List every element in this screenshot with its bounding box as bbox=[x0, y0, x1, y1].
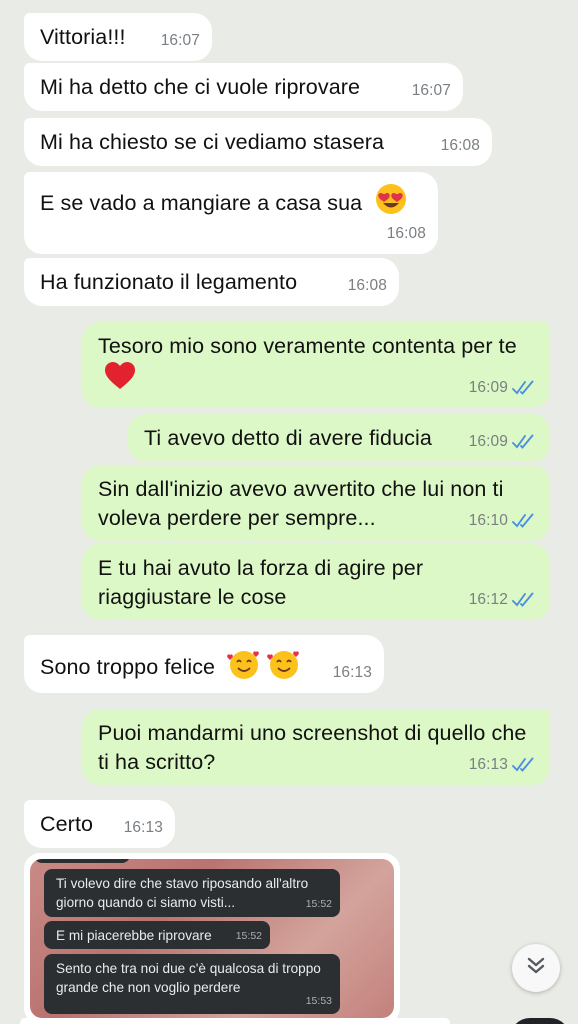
message-text: Sin dall'inizio avevo avvertito che lui … bbox=[98, 477, 504, 530]
screenshot-bubble-time: 15:52 bbox=[235, 930, 262, 942]
message-text: Ha funzionato il legamento bbox=[40, 270, 298, 294]
message-time: 16:13 bbox=[123, 819, 163, 836]
screenshot-bubble: E mi piacerebbe riprovare 15:52 bbox=[44, 921, 270, 949]
partial-dark-element bbox=[510, 1018, 570, 1024]
message-time: 16:08 bbox=[386, 225, 426, 242]
message-time: 16:09 bbox=[468, 379, 508, 396]
message-text: Mi ha detto che ci vuole riprovare bbox=[40, 75, 361, 99]
message-time: 16:13 bbox=[468, 756, 508, 773]
screenshot-bubble: Sento che tra noi due c'è qualcosa di tr… bbox=[44, 954, 340, 1014]
message-time: 16:07 bbox=[411, 82, 451, 99]
smiling-face-with-hearts-emoji bbox=[267, 648, 301, 688]
message-time: 16:08 bbox=[347, 277, 387, 294]
red-heart-emoji bbox=[104, 361, 136, 399]
message-time: 16:10 bbox=[468, 512, 508, 529]
message-incoming[interactable]: Sono troppo felice 16:13 bbox=[24, 635, 384, 693]
message-incoming[interactable]: E se vado a mangiare a casa sua 16:08 bbox=[24, 172, 438, 254]
message-text: Sono troppo felice bbox=[40, 655, 216, 679]
message-time: 16:07 bbox=[160, 32, 200, 49]
message-outgoing[interactable]: Tesoro mio sono veramente contenta per t… bbox=[82, 322, 550, 408]
next-message-partial bbox=[20, 1018, 450, 1024]
message-text: Vittoria!!! bbox=[40, 25, 126, 49]
message-outgoing[interactable]: Sin dall'inizio avevo avvertito che lui … bbox=[82, 465, 550, 541]
message-text: Mi ha chiesto se ci vediamo stasera bbox=[40, 130, 385, 154]
screenshot-bubble-time: 15:53 bbox=[305, 995, 332, 1007]
message-incoming[interactable]: Mi ha detto che ci vuole riprovare 16:07 bbox=[24, 63, 463, 111]
message-text: E tu hai avuto la forza di agire per ria… bbox=[98, 556, 424, 609]
double-check-icon bbox=[512, 513, 538, 529]
message-outgoing[interactable]: E tu hai avuto la forza di agire per ria… bbox=[82, 544, 550, 620]
double-check-icon bbox=[512, 380, 538, 396]
smiling-face-with-hearts-emoji bbox=[227, 648, 261, 688]
message-incoming[interactable]: Certo 16:13 bbox=[24, 800, 175, 848]
message-incoming[interactable]: Vittoria!!! 16:07 bbox=[24, 13, 212, 61]
message-text: Ti avevo detto di avere fiducia bbox=[144, 426, 432, 450]
double-check-icon bbox=[512, 757, 538, 773]
screenshot-bubble-text: E mi piacerebbe riprovare bbox=[56, 928, 212, 943]
double-check-icon bbox=[512, 592, 538, 608]
scroll-to-bottom-button[interactable] bbox=[512, 944, 560, 992]
message-text: E se vado a mangiare a casa sua bbox=[40, 191, 363, 215]
chevron-double-down-icon bbox=[525, 955, 547, 982]
message-time: 16:08 bbox=[440, 137, 480, 154]
double-check-icon bbox=[512, 434, 538, 450]
screenshot-bubble: Ti volevo dire che stavo riposando all'a… bbox=[44, 869, 340, 917]
message-text: Tesoro mio sono veramente contenta per t… bbox=[98, 334, 517, 358]
message-outgoing[interactable]: Puoi mandarmi uno screenshot di quello c… bbox=[82, 709, 550, 785]
message-time: 16:09 bbox=[468, 433, 508, 450]
message-incoming[interactable]: Ha funzionato il legamento 16:08 bbox=[24, 258, 399, 306]
message-time: 16:12 bbox=[468, 591, 508, 608]
message-incoming[interactable]: Mi ha chiesto se ci vediamo stasera 16:0… bbox=[24, 118, 492, 166]
screenshot-bubble-time: 15:52 bbox=[305, 898, 332, 910]
message-text: Certo bbox=[40, 812, 94, 836]
chat-thread: Vittoria!!! 16:07 Mi ha detto che ci vuo… bbox=[0, 0, 578, 1024]
message-time: 16:13 bbox=[332, 664, 372, 681]
screenshot-image[interactable]: Ti volevo dire che stavo riposando all'a… bbox=[30, 859, 394, 1018]
screenshot-bubble-text: Ti volevo dire che stavo riposando all'a… bbox=[56, 876, 309, 910]
screenshot-bubble-partial bbox=[34, 859, 130, 863]
message-text: Puoi mandarmi uno screenshot di quello c… bbox=[98, 721, 527, 774]
heart-eyes-emoji bbox=[374, 182, 408, 224]
screenshot-bubble-text: Sento che tra noi due c'è qualcosa di tr… bbox=[56, 961, 321, 995]
image-message[interactable]: Ti volevo dire che stavo riposando all'a… bbox=[24, 853, 400, 1024]
message-outgoing[interactable]: Ti avevo detto di avere fiducia 16:09 bbox=[128, 414, 550, 462]
